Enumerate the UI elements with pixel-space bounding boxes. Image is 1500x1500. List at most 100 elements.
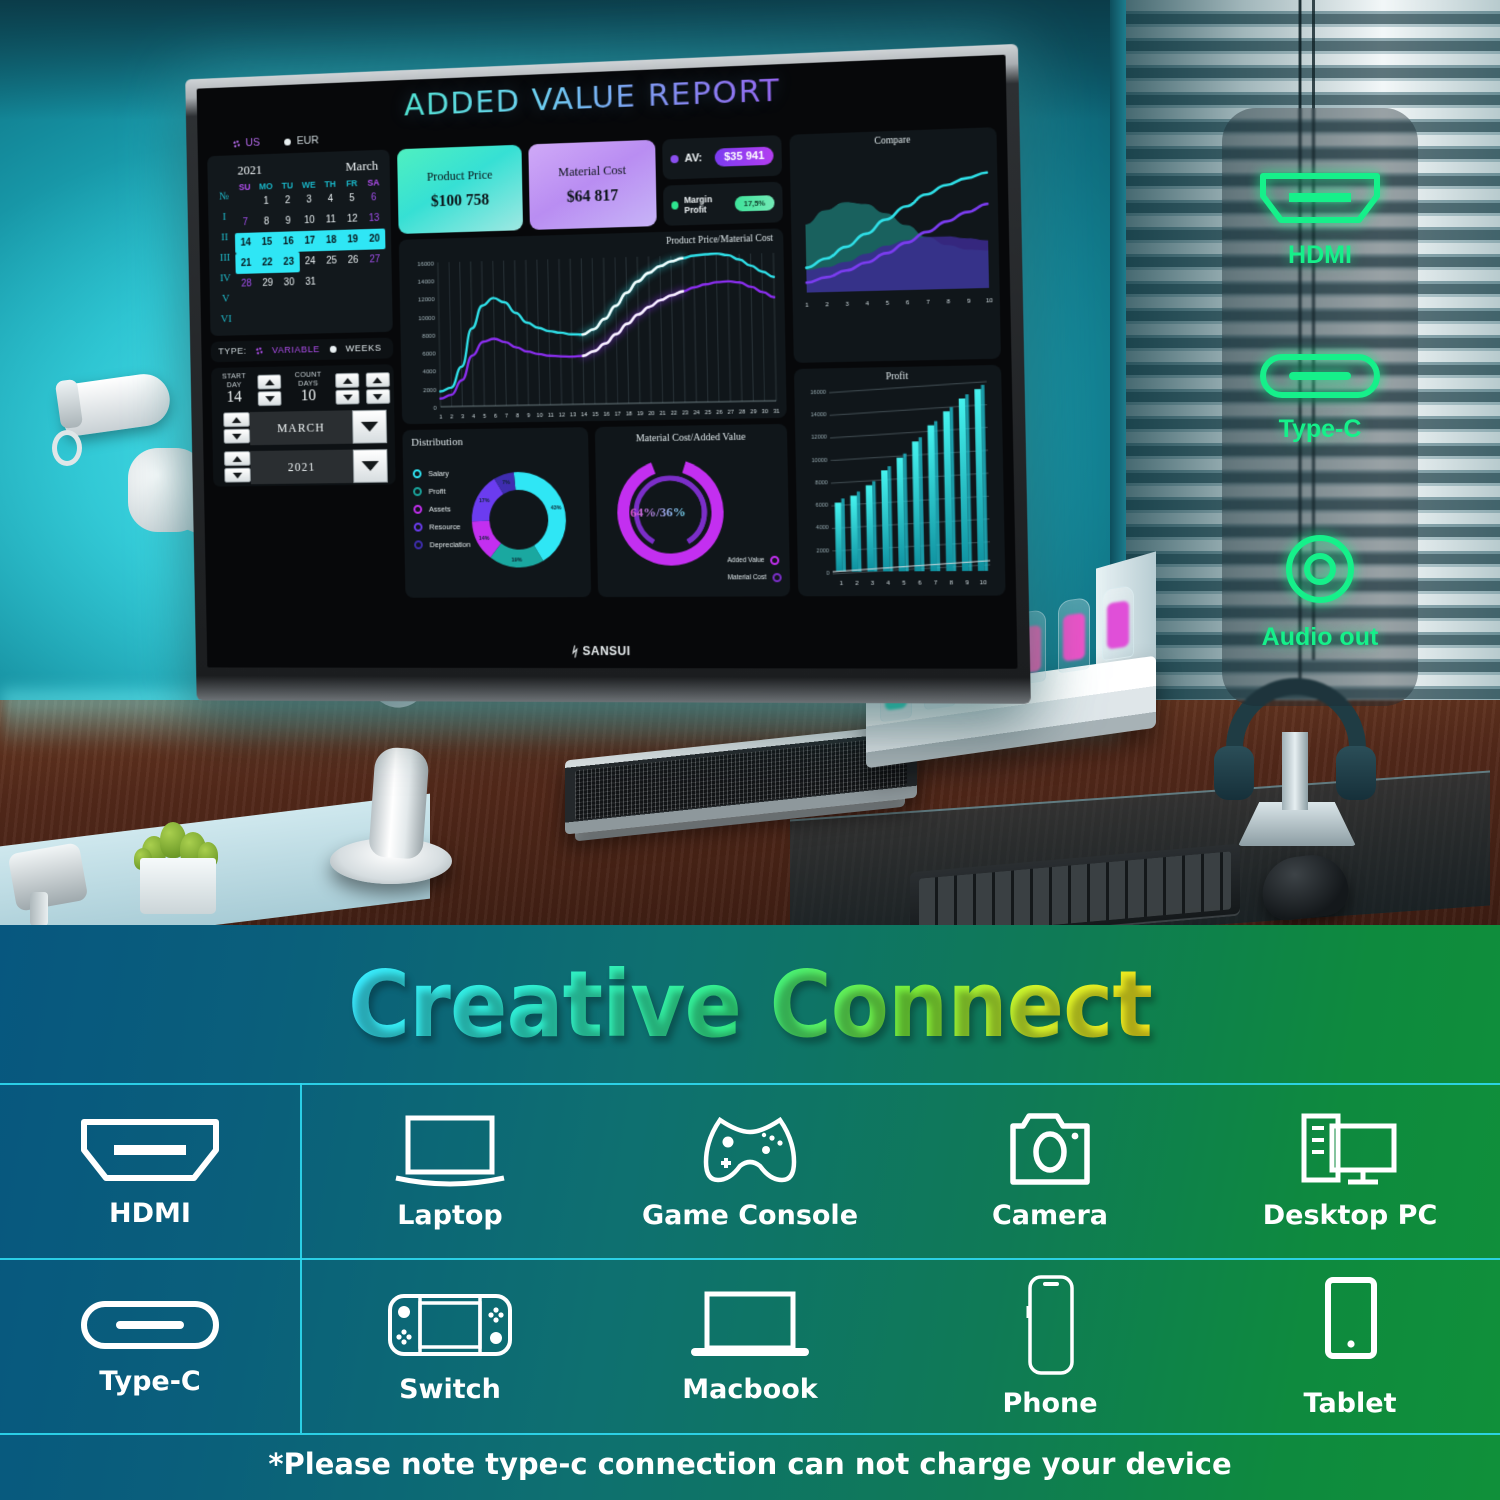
calendar-day[interactable]: 25 bbox=[321, 250, 343, 271]
calendar-day[interactable]: 6 bbox=[363, 187, 385, 208]
svg-text:10: 10 bbox=[537, 413, 543, 419]
svg-text:6: 6 bbox=[494, 414, 497, 420]
stepper-up-icon[interactable] bbox=[224, 451, 251, 466]
calendar-day[interactable]: 18 bbox=[320, 230, 342, 251]
nixie-tube bbox=[1058, 597, 1090, 673]
radio-filled-icon[interactable] bbox=[329, 346, 336, 353]
stepper-up-icon[interactable] bbox=[366, 372, 390, 387]
svg-text:16000: 16000 bbox=[810, 389, 826, 396]
year-value[interactable]: 2021 bbox=[250, 450, 353, 485]
calendar-day[interactable]: 10 bbox=[298, 210, 320, 231]
cell-label: HDMI bbox=[109, 1198, 191, 1229]
month-select[interactable]: MARCH bbox=[223, 410, 387, 446]
day-spinner-row: START DAY 14 COUNT DAYS 10 bbox=[217, 368, 390, 407]
camera-icon bbox=[995, 1110, 1105, 1190]
year-select[interactable]: 2021 bbox=[224, 449, 388, 484]
svg-text:19%: 19% bbox=[511, 557, 522, 563]
calendar-day[interactable]: 16 bbox=[277, 231, 299, 252]
extra-stepper[interactable] bbox=[366, 372, 391, 404]
svg-text:4000: 4000 bbox=[423, 369, 437, 376]
desk-lamp-knob bbox=[52, 430, 82, 466]
legend-label: Depreciation bbox=[430, 540, 471, 549]
month-stepper[interactable] bbox=[223, 412, 250, 446]
calendar-year: 2021 bbox=[237, 162, 262, 178]
calendar-day[interactable]: 15 bbox=[256, 232, 278, 253]
svg-text:17%: 17% bbox=[479, 499, 490, 505]
calendar-day[interactable]: 21 bbox=[235, 253, 257, 274]
stepper-up-icon[interactable] bbox=[223, 412, 250, 427]
svg-text:7: 7 bbox=[505, 413, 508, 419]
calendar-day[interactable]: 9 bbox=[277, 211, 299, 232]
svg-text:21: 21 bbox=[660, 411, 666, 417]
stepper-up-icon[interactable] bbox=[257, 374, 281, 389]
svg-text:12: 12 bbox=[559, 412, 565, 418]
calendar-day[interactable]: 14 bbox=[235, 232, 257, 253]
month-value[interactable]: MARCH bbox=[250, 410, 353, 445]
currency-option-us[interactable]: US bbox=[233, 137, 260, 150]
count-days-value: 10 bbox=[288, 387, 329, 405]
badge-dot-icon bbox=[670, 155, 678, 163]
svg-text:43%: 43% bbox=[551, 505, 562, 511]
calendar-day[interactable]: 23 bbox=[278, 252, 300, 273]
start-day-stepper[interactable] bbox=[257, 374, 281, 406]
type-option-variable[interactable]: VARIABLE bbox=[272, 344, 320, 356]
cell-phone: Phone bbox=[900, 1258, 1200, 1433]
stepper-down-icon[interactable] bbox=[224, 468, 251, 483]
calendar-day[interactable]: 13 bbox=[363, 208, 385, 229]
radio-dotted-icon[interactable] bbox=[256, 347, 263, 354]
year-stepper[interactable] bbox=[224, 451, 251, 484]
calendar-day[interactable]: 7 bbox=[235, 212, 257, 233]
calendar-day[interactable]: 24 bbox=[299, 251, 321, 272]
chart-material-cost-added-value: Material Cost/Added Value 64%/36% Added … bbox=[595, 424, 790, 597]
type-option-weeks[interactable]: WEEKS bbox=[346, 343, 382, 355]
type-selector-row[interactable]: TYPE: VARIABLE WEEKS bbox=[211, 338, 394, 363]
calendar-day[interactable]: 5 bbox=[341, 188, 363, 209]
calendar-day[interactable]: 17 bbox=[299, 231, 321, 252]
calendar-day[interactable]: 29 bbox=[257, 273, 279, 294]
svg-text:6: 6 bbox=[918, 580, 922, 586]
calendar-day[interactable]: 22 bbox=[257, 252, 279, 273]
callout-label: HDMI bbox=[1222, 241, 1418, 270]
calendar-day[interactable]: 28 bbox=[236, 273, 258, 294]
stepper-down-icon[interactable] bbox=[366, 389, 390, 404]
currency-option-eur[interactable]: EUR bbox=[284, 135, 319, 148]
chart-legend: Salary Profit Assets Resource Depreciation bbox=[413, 469, 471, 550]
cell-label: Desktop PC bbox=[1263, 1200, 1438, 1231]
calendar-day[interactable]: 8 bbox=[256, 211, 278, 232]
calendar-day[interactable]: 19 bbox=[342, 229, 364, 250]
calendar-day[interactable]: 1 bbox=[255, 191, 277, 212]
count-days-stepper[interactable] bbox=[335, 373, 359, 405]
stepper-up-icon[interactable] bbox=[335, 373, 359, 388]
calendar-day[interactable]: 26 bbox=[342, 250, 364, 271]
calendar-day-grid[interactable]: 1 2 3 4 5 6 7 8 9 10 11 12 13 14 15 16 17 18 19 20 21 22 23 24 2… bbox=[234, 187, 386, 294]
callout-label: Type-C bbox=[1222, 415, 1418, 444]
legend-label: Assets bbox=[429, 505, 451, 514]
calendar-day[interactable]: 27 bbox=[364, 249, 386, 270]
compatibility-infographic: Creative Connect HDMI Laptop Game Consol… bbox=[0, 925, 1500, 1500]
svg-text:2000: 2000 bbox=[816, 548, 829, 554]
svg-text:9: 9 bbox=[967, 299, 971, 305]
cell-label: Tablet bbox=[1304, 1388, 1397, 1419]
calendar-day[interactable]: 20 bbox=[363, 228, 385, 249]
calendar-day[interactable]: 2 bbox=[277, 190, 299, 211]
calendar-day[interactable]: 31 bbox=[300, 272, 322, 293]
legend-swatch-icon bbox=[771, 556, 780, 565]
calendar-day[interactable]: 30 bbox=[278, 272, 300, 293]
calendar-day[interactable]: 3 bbox=[298, 189, 320, 210]
hdmi-port-icon bbox=[76, 1112, 224, 1188]
calendar-day[interactable]: 4 bbox=[320, 189, 342, 210]
calendar-day[interactable]: 12 bbox=[341, 209, 363, 230]
calendar-widget[interactable]: № I II III IV V VI 2021 March SU MO TU W… bbox=[207, 150, 393, 336]
svg-text:8000: 8000 bbox=[422, 333, 436, 340]
hdmi-port-icon bbox=[1255, 166, 1385, 230]
stepper-down-icon[interactable] bbox=[224, 429, 251, 444]
port-callout-panel: HDMI Type-C Audio out bbox=[1222, 108, 1418, 706]
svg-text:10: 10 bbox=[986, 298, 994, 304]
chevron-down-icon[interactable] bbox=[353, 449, 388, 483]
svg-text:3: 3 bbox=[461, 414, 464, 420]
stepper-down-icon[interactable] bbox=[335, 390, 359, 405]
stepper-down-icon[interactable] bbox=[258, 391, 282, 406]
calendar-day[interactable]: 11 bbox=[320, 209, 342, 230]
chevron-down-icon[interactable] bbox=[352, 410, 387, 444]
cell-game-console: Game Console bbox=[600, 1083, 900, 1258]
